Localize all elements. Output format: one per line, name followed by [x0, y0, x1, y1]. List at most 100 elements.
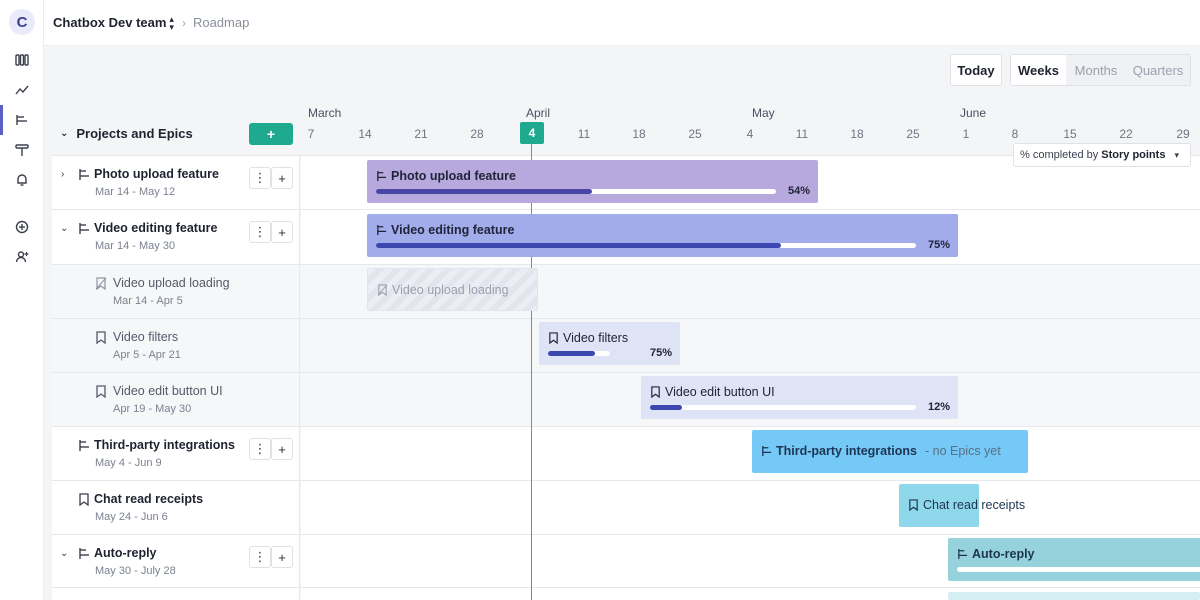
release-icon[interactable]: [10, 138, 34, 162]
day-label: 28: [470, 127, 484, 141]
project-icon: [377, 224, 387, 236]
board-icon[interactable]: [10, 48, 34, 72]
today-day-marker[interactable]: 4: [520, 122, 544, 144]
epic-bar[interactable]: Video upload loading: [367, 268, 538, 311]
row-dates: Apr 19 - May 30: [113, 403, 192, 415]
row-cell[interactable]: › Photo upload feature Mar 14 - May 12 ⋮…: [52, 156, 300, 209]
breadcrumb[interactable]: Roadmap: [193, 15, 249, 30]
epic-done-icon: [95, 277, 107, 290]
row-cell[interactable]: ⌄ Video editing feature Mar 14 - May 30 …: [52, 210, 300, 264]
bar-title: Video edit button UI: [665, 385, 775, 399]
bar-title: Photo upload feature: [391, 169, 516, 183]
project-bar[interactable]: Video editing feature 75%: [367, 214, 958, 257]
breadcrumb-separator-icon: ›: [181, 15, 186, 30]
more-options-button[interactable]: ⋮: [249, 438, 271, 460]
top-header: Chatbox Dev team ▴ ▾ › Roadmap: [44, 0, 1200, 46]
add-epic-button[interactable]: +: [271, 438, 293, 460]
project-icon: [79, 223, 89, 234]
progress-fill: [376, 189, 592, 194]
bar-label: Chat read receipts: [908, 498, 1025, 512]
list-title: Projects and Epics: [76, 126, 193, 141]
list-item: Chat read receipts May 24 - Jun 6: [52, 480, 1200, 534]
bar-label: Third-party integrations - no Epics yet: [761, 444, 1001, 458]
project-icon: [762, 445, 772, 457]
day-label: 8: [1011, 127, 1019, 141]
bar-title: Chat read receipts: [923, 498, 1026, 512]
roadmap-icon[interactable]: [0, 105, 34, 135]
add-project-button[interactable]: +: [249, 123, 293, 145]
tab-weeks[interactable]: Weeks: [1011, 55, 1066, 85]
chevron-right-icon[interactable]: ›: [61, 169, 64, 180]
more-options-button[interactable]: ⋮: [249, 546, 271, 568]
more-options-button[interactable]: ⋮: [249, 221, 271, 243]
completion-metric-select[interactable]: % completed by Story points ▾: [1013, 143, 1191, 167]
row-cell[interactable]: Video upload loading Mar 14 - Apr 5: [52, 265, 300, 318]
row-cell[interactable]: Chat read receipts May 24 - Jun 6: [52, 481, 300, 534]
day-label: 14: [358, 127, 372, 141]
epic-bar[interactable]: Chat read receipts: [899, 484, 1025, 527]
day-label: 29: [1176, 127, 1190, 141]
day-label: 11: [795, 127, 809, 141]
epic-icon: [909, 499, 918, 511]
bar-label: Video editing feature: [376, 223, 514, 237]
add-epic-button[interactable]: +: [271, 167, 293, 189]
left-rail: C: [0, 0, 44, 600]
row-title: Video filters: [113, 330, 179, 344]
bar-title: Video editing feature: [391, 223, 515, 237]
more-options-button[interactable]: ⋮: [249, 167, 271, 189]
progress-percent: 54%: [787, 185, 810, 197]
day-label: 21: [414, 127, 428, 141]
bar-label: Auto-reply: [957, 547, 1035, 561]
chevron-down-icon[interactable]: ⌄: [60, 223, 68, 234]
bar-note: - no Epics yet: [924, 444, 1001, 458]
progress-fill: [650, 405, 682, 410]
reports-icon[interactable]: [10, 78, 34, 102]
epic-icon: [96, 331, 106, 344]
project-icon: [958, 548, 968, 560]
row-cell[interactable]: ⌄ Auto-reply May 30 - July 28 ⋮ +: [52, 535, 300, 587]
up-down-chevron-icon: ▴ ▾: [169, 13, 174, 32]
day-label: 1: [962, 127, 970, 141]
epic-bar[interactable]: Video edit button UI 12%: [641, 376, 958, 419]
project-bar[interactable]: Photo upload feature 54%: [367, 160, 818, 203]
bar-title: Third-party integrations: [776, 444, 917, 458]
epic-icon: [651, 386, 660, 398]
month-label: June: [960, 106, 987, 120]
list-header[interactable]: ⌄ Projects and Epics: [60, 126, 193, 141]
metric-value: Story points: [1101, 149, 1166, 161]
chevron-down-icon: ⌄: [60, 128, 69, 139]
add-circle-icon[interactable]: [10, 215, 34, 239]
team-name: Chatbox Dev team: [53, 15, 167, 30]
today-button[interactable]: Today: [950, 54, 1002, 86]
day-label: 11: [577, 127, 591, 141]
team-switcher[interactable]: Chatbox Dev team ▴ ▾: [53, 13, 174, 32]
bell-icon[interactable]: [10, 168, 34, 192]
invite-user-icon[interactable]: [10, 245, 34, 269]
chevron-down-icon[interactable]: ⌄: [60, 548, 68, 559]
bar-title: Video upload loading: [392, 283, 509, 297]
row-cell[interactable]: Video edit button UI Apr 19 - May 30: [52, 373, 300, 426]
bar-label: Video upload loading: [377, 283, 509, 297]
workspace-logo[interactable]: C: [9, 9, 35, 35]
row-cell: [52, 588, 300, 600]
day-label: 18: [632, 127, 646, 141]
row-timeline: [301, 319, 1200, 372]
progress-track: [957, 567, 1200, 572]
progress-percent: 12%: [927, 401, 950, 413]
project-bar[interactable]: Auto-reply: [948, 538, 1200, 581]
add-epic-button[interactable]: +: [271, 221, 293, 243]
day-label: 18: [850, 127, 864, 141]
tab-quarters[interactable]: Quarters: [1126, 55, 1190, 85]
row-title: Video upload loading: [113, 276, 230, 290]
row-cell[interactable]: Third-party integrations May 4 - Jun 9 ⋮…: [52, 427, 300, 480]
progress-fill: [376, 243, 781, 248]
project-bar[interactable]: Third-party integrations - no Epics yet: [752, 430, 1028, 473]
add-epic-button[interactable]: +: [271, 546, 293, 568]
row-cell[interactable]: Video filters Apr 5 - Apr 21: [52, 319, 300, 372]
progress-percent: 75%: [927, 239, 950, 251]
row-dates: May 24 - Jun 6: [95, 511, 168, 523]
list-item: Video edit button UI Apr 19 - May 30: [52, 372, 1200, 426]
bar-label: Video edit button UI: [650, 385, 775, 399]
epic-bar[interactable]: Video filters 75%: [539, 322, 680, 365]
tab-months[interactable]: Months: [1066, 55, 1126, 85]
